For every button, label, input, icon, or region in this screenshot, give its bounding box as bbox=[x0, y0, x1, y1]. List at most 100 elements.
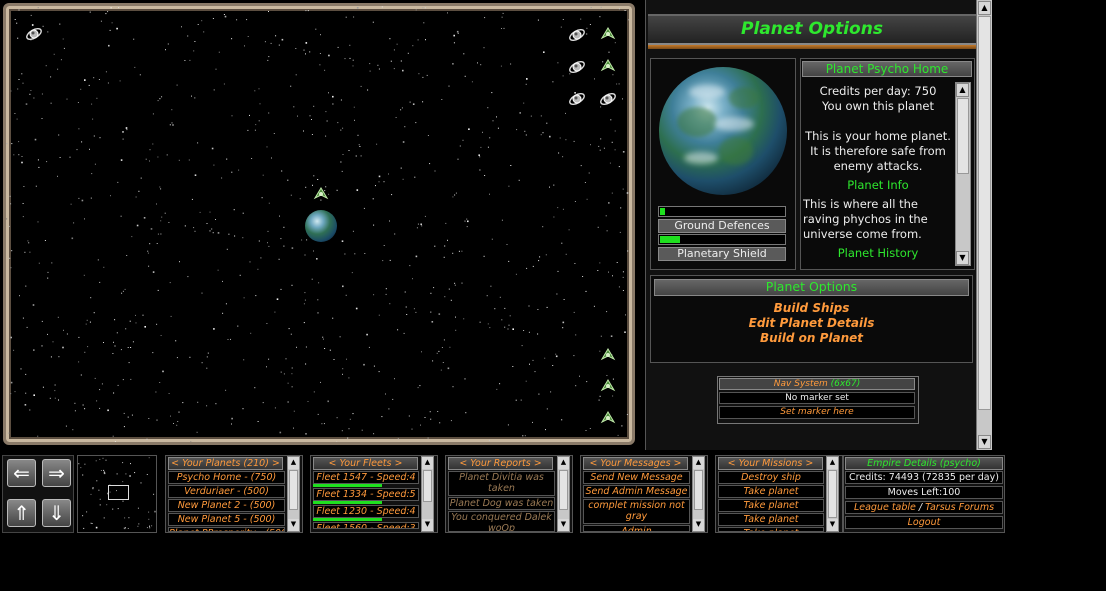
up-arrow-icon[interactable]: ⇑ bbox=[7, 499, 36, 527]
list-item[interactable]: Take planet bbox=[718, 513, 824, 526]
marker-status: No marker set bbox=[719, 392, 915, 404]
scroll-up-icon[interactable]: ▲ bbox=[956, 83, 969, 97]
scroll-up-icon[interactable]: ▲ bbox=[422, 457, 433, 469]
credits-per-day: Credits per day: 750 bbox=[819, 84, 937, 98]
minimap-viewport[interactable] bbox=[108, 485, 129, 500]
left-arrow-icon[interactable]: ⇐ bbox=[7, 459, 36, 487]
list-item[interactable]: Send Admin Message bbox=[583, 485, 690, 498]
list-item[interactable]: Fleet 1230 - Speed:4 bbox=[313, 505, 419, 518]
scroll-up-icon[interactable]: ▲ bbox=[558, 457, 569, 469]
list-item[interactable]: complet mission not gray bbox=[583, 499, 690, 524]
scroll-thumb[interactable] bbox=[694, 470, 703, 510]
list-item[interactable]: Fleet 1547 - Speed:4 bbox=[313, 471, 419, 484]
planetary-shield-bar bbox=[658, 234, 786, 245]
list-item[interactable]: Take planet bbox=[718, 485, 824, 498]
list-item[interactable]: You conquered Dalek woOp bbox=[448, 511, 555, 532]
scroll-thumb[interactable] bbox=[978, 16, 991, 410]
divider bbox=[648, 45, 976, 49]
planet-info-link[interactable]: Planet Info bbox=[803, 178, 953, 193]
build-on-planet-link[interactable]: Build on Planet bbox=[650, 331, 973, 345]
messages-title[interactable]: < Your Messages > bbox=[583, 457, 688, 470]
list-item[interactable]: Admin bbox=[583, 525, 690, 532]
scroll-thumb[interactable] bbox=[289, 470, 298, 510]
ship-icon[interactable] bbox=[598, 56, 618, 76]
panel-title: Planet Options bbox=[648, 14, 976, 45]
panel-scrollbar[interactable]: ▲ ▼ bbox=[976, 0, 992, 450]
list-item[interactable]: Planet Divitia was taken bbox=[448, 471, 555, 496]
list-item[interactable]: Destroy ship bbox=[718, 471, 824, 484]
missions-title[interactable]: < Your Missions > bbox=[718, 457, 823, 470]
scroll-down-icon[interactable]: ▼ bbox=[422, 519, 433, 531]
fleets-scrollbar[interactable]: ▲ ▼ bbox=[421, 456, 434, 532]
fleet-health-bar bbox=[313, 501, 382, 504]
fleet-health-bar bbox=[313, 518, 382, 521]
edit-planet-details-link[interactable]: Edit Planet Details bbox=[650, 316, 973, 330]
empire-title: Empire Details (psycho) bbox=[845, 457, 1003, 470]
scroll-up-icon[interactable]: ▲ bbox=[978, 1, 991, 15]
scroll-thumb[interactable] bbox=[828, 470, 837, 518]
scroll-up-icon[interactable]: ▲ bbox=[288, 457, 299, 469]
list-item[interactable]: New Planet 2 - (500) bbox=[168, 499, 285, 512]
scroll-down-icon[interactable]: ▼ bbox=[978, 435, 991, 449]
empire-credits: Credits: 74493 (72835 per day) bbox=[845, 471, 1003, 484]
ship-icon[interactable] bbox=[598, 24, 618, 44]
options-heading: Planet Options bbox=[654, 279, 969, 296]
logout-link[interactable]: Logout bbox=[845, 516, 1003, 529]
info-scrollbar[interactable]: ▲ ▼ bbox=[955, 82, 971, 266]
list-item[interactable]: New Planet 5 - (500) bbox=[168, 513, 285, 526]
ownership-text: You own this planet bbox=[822, 99, 934, 113]
list-item[interactable]: Send New Message bbox=[583, 471, 690, 484]
list-item[interactable]: Psycho Home - (750) bbox=[168, 471, 285, 484]
list-item[interactable]: Take planet bbox=[718, 527, 824, 532]
ship-icon[interactable] bbox=[311, 184, 331, 204]
scroll-down-icon[interactable]: ▼ bbox=[827, 519, 838, 531]
scroll-down-icon[interactable]: ▼ bbox=[693, 519, 704, 531]
league-table-link[interactable]: League table bbox=[854, 502, 916, 513]
ship-icon[interactable] bbox=[598, 408, 618, 428]
league-forums-row: League table / Tarsus Forums bbox=[845, 501, 1003, 514]
scroll-down-icon[interactable]: ▼ bbox=[956, 251, 969, 265]
scroll-down-icon[interactable]: ▼ bbox=[288, 519, 299, 531]
reports-title[interactable]: < Your Reports > bbox=[448, 457, 553, 470]
scroll-thumb[interactable] bbox=[559, 470, 568, 510]
build-ships-link[interactable]: Build Ships bbox=[650, 301, 973, 315]
planet-history-link[interactable]: Planet History bbox=[803, 246, 953, 261]
tarsus-forums-link[interactable]: Tarsus Forums bbox=[925, 502, 994, 513]
planets-scrollbar[interactable]: ▲ ▼ bbox=[287, 456, 300, 532]
planets-title[interactable]: < Your Planets (210) > bbox=[168, 457, 283, 470]
planet-name-heading: Planet Psycho Home bbox=[802, 61, 972, 77]
empire-title-text: Empire Details (psycho) bbox=[867, 458, 981, 469]
ground-defences-bar bbox=[658, 206, 786, 217]
planet-info-text: Credits per day: 750 You own this planet… bbox=[803, 84, 953, 266]
list-item[interactable]: Planet Dog was taken bbox=[448, 497, 555, 510]
missions-scrollbar[interactable]: ▲ ▼ bbox=[826, 456, 839, 532]
ship-icon[interactable] bbox=[598, 376, 618, 396]
scroll-up-icon[interactable]: ▲ bbox=[693, 457, 704, 469]
ship-icon[interactable] bbox=[598, 345, 618, 365]
minimap[interactable] bbox=[77, 455, 157, 533]
planet-globe-image bbox=[659, 67, 787, 195]
scroll-thumb[interactable] bbox=[957, 98, 969, 174]
list-item[interactable]: Fleet 1560 - Speed:3 bbox=[313, 522, 419, 529]
set-marker-link[interactable]: Set marker here bbox=[719, 406, 915, 419]
list-item[interactable]: Planet PProsperity - (500) bbox=[168, 527, 285, 532]
scroll-up-icon[interactable]: ▲ bbox=[827, 457, 838, 469]
station-icon[interactable] bbox=[24, 24, 44, 44]
station-icon[interactable] bbox=[567, 89, 587, 109]
fleets-title[interactable]: < Your Fleets > bbox=[313, 457, 418, 470]
list-item[interactable]: Verduriaer - (500) bbox=[168, 485, 285, 498]
down-arrow-icon[interactable]: ⇓ bbox=[42, 499, 71, 527]
messages-scrollbar[interactable]: ▲ ▼ bbox=[692, 456, 705, 532]
reports-scrollbar[interactable]: ▲ ▼ bbox=[557, 456, 570, 532]
scroll-thumb[interactable] bbox=[423, 470, 432, 502]
list-item[interactable]: Fleet 1334 - Speed:5 bbox=[313, 488, 419, 501]
scroll-down-icon[interactable]: ▼ bbox=[558, 519, 569, 531]
right-arrow-icon[interactable]: ⇒ bbox=[42, 459, 71, 487]
list-item[interactable]: Take planet bbox=[718, 499, 824, 512]
station-icon[interactable] bbox=[598, 89, 618, 109]
station-icon[interactable] bbox=[567, 57, 587, 77]
home-planet-sprite[interactable] bbox=[305, 210, 337, 242]
fleet-health-bar bbox=[313, 484, 382, 487]
station-icon[interactable] bbox=[567, 25, 587, 45]
galaxy-map[interactable] bbox=[3, 3, 635, 445]
